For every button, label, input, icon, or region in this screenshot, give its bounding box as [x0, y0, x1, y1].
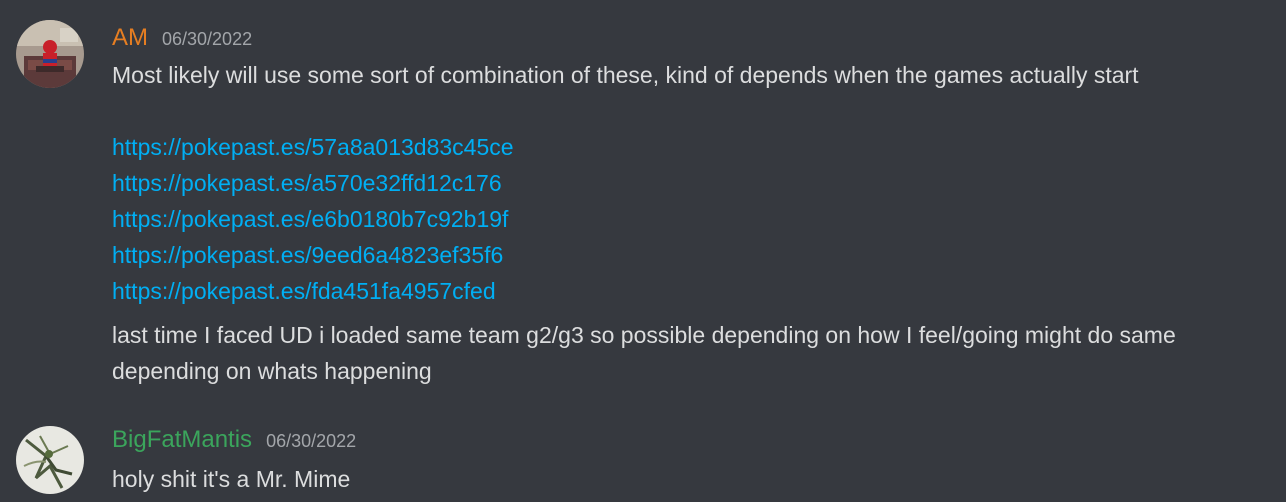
message-link: https://pokepast.es/9eed6a4823ef35f6 [112, 237, 503, 273]
message-timestamp: 06/30/2022 [162, 29, 253, 49]
message-text: holy shit it's a Mr. Mime [112, 466, 351, 492]
avatar-image [16, 20, 84, 88]
message-text-followup: last time I faced UD i loaded same team … [112, 322, 1176, 348]
pokepaste-link[interactable]: https://pokepast.es/a570e32ffd12c176 [112, 170, 502, 196]
message-link: https://pokepast.es/a570e32ffd12c176 [112, 165, 502, 201]
username-bigfatmantis[interactable]: BigFatMantis [112, 424, 252, 456]
pokepaste-link[interactable]: https://pokepast.es/fda451fa4957cfed [112, 278, 496, 304]
username-am[interactable]: AM [112, 22, 148, 54]
pokepaste-link[interactable]: https://pokepast.es/57a8a013d83c45ce [112, 134, 514, 160]
message-timestamp: 06/30/2022 [266, 431, 357, 451]
message-bigfatmantis: BigFatMantis 06/30/2022 holy shit it's a… [0, 400, 1286, 502]
message-header: BigFatMantis 06/30/2022 [112, 424, 356, 456]
message-am: AM 06/30/2022 Most likely will use some … [0, 0, 1286, 400]
message-link: https://pokepast.es/e6b0180b7c92b19f [112, 201, 508, 237]
message-link: https://pokepast.es/fda451fa4957cfed [112, 273, 496, 309]
avatar-image [16, 426, 84, 494]
message-link: https://pokepast.es/57a8a013d83c45ce [112, 129, 514, 165]
message-text: Most likely will use some sort of combin… [112, 62, 1139, 88]
avatar-am[interactable] [16, 20, 84, 88]
pokepaste-link[interactable]: https://pokepast.es/e6b0180b7c92b19f [112, 206, 508, 232]
message-text-followup: depending on whats happening [112, 358, 432, 384]
chat-messages: AM 06/30/2022 Most likely will use some … [0, 0, 1286, 502]
avatar-bigfatmantis[interactable] [16, 426, 84, 494]
message-header: AM 06/30/2022 [112, 22, 252, 54]
pokepaste-link[interactable]: https://pokepast.es/9eed6a4823ef35f6 [112, 242, 503, 268]
